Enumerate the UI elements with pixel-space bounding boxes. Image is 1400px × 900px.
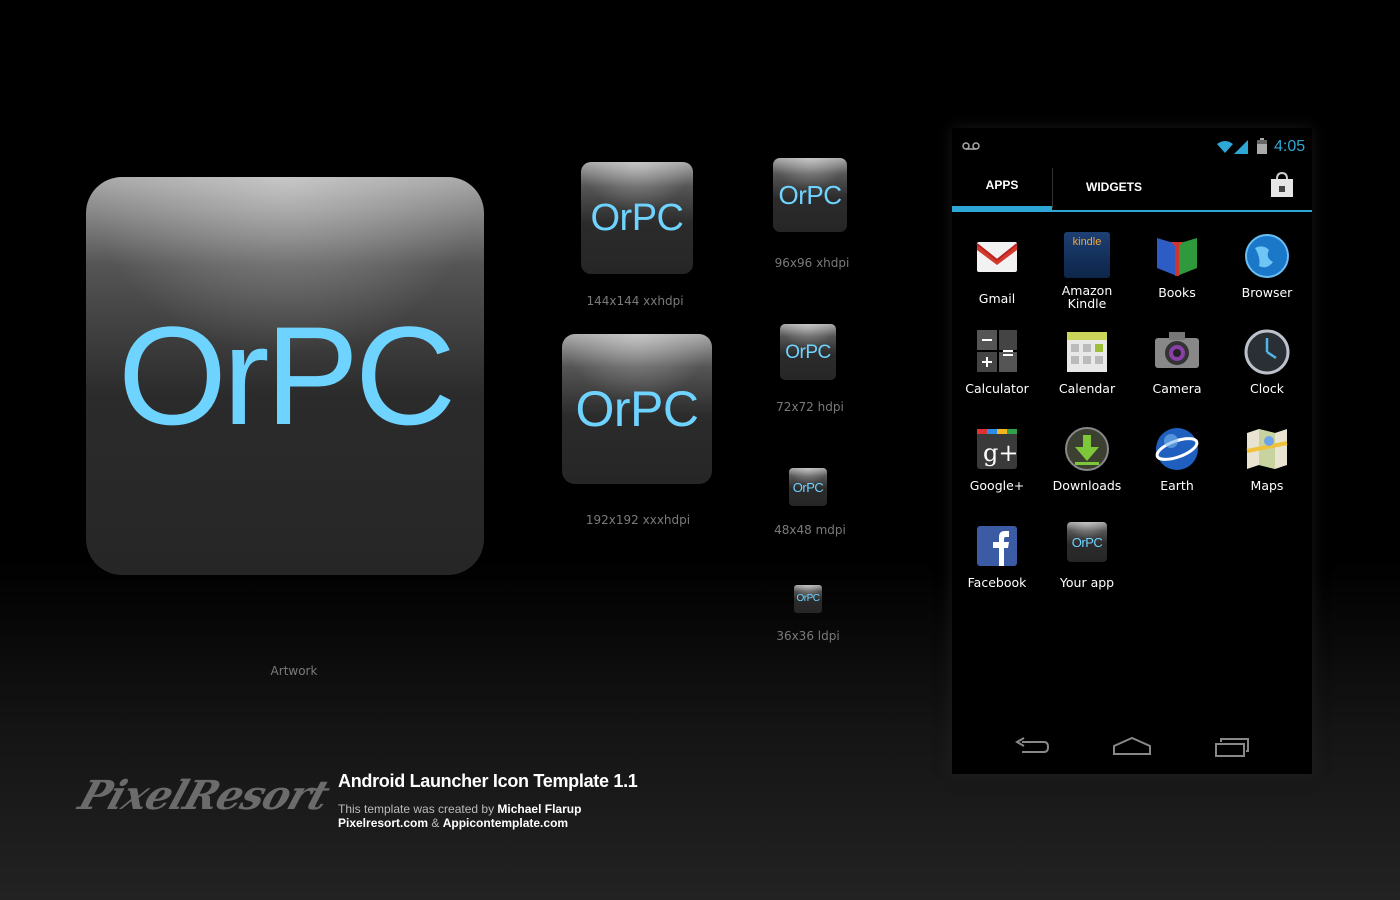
app-gmail[interactable]: Gmail bbox=[952, 232, 1042, 305]
app-label: Calendar bbox=[1058, 381, 1116, 396]
app-label: Browser bbox=[1241, 285, 1293, 300]
app-label: Calculator bbox=[965, 381, 1029, 396]
app-label: Google+ bbox=[969, 478, 1025, 493]
battery-icon bbox=[1257, 138, 1267, 154]
icon-96-xhdpi: OrPC bbox=[773, 158, 847, 232]
credit-line: This template was created by Michael Fla… bbox=[338, 802, 581, 816]
pixelresort-logo: PixelResort bbox=[68, 772, 339, 836]
app-label: Clock bbox=[1250, 381, 1284, 396]
icon-text: OrPC bbox=[575, 381, 700, 437]
signal-icon bbox=[1234, 140, 1248, 154]
label-ldpi: 36x36 ldpi bbox=[776, 629, 840, 643]
label-mdpi: 48x48 mdpi bbox=[774, 523, 846, 537]
nav-bar bbox=[952, 724, 1312, 774]
app-calculator[interactable]: Calculator bbox=[952, 328, 1042, 395]
icon-48-mdpi: OrPC bbox=[789, 468, 827, 506]
app-browser[interactable]: Browser bbox=[1222, 232, 1312, 299]
app-label: Amazon Kindle bbox=[1061, 283, 1113, 311]
icon-text: OrPC bbox=[778, 180, 843, 210]
label-hdpi: 72x72 hdpi bbox=[776, 400, 844, 414]
icon-text: OrPC bbox=[590, 197, 685, 239]
store-icon[interactable] bbox=[1268, 171, 1296, 199]
svg-text:g+: g+ bbox=[983, 439, 1018, 467]
phone-screen: 4:05 APPS WIDGETS Gmail kindle Amazon Ki… bbox=[952, 128, 1312, 774]
books-icon bbox=[1157, 238, 1197, 276]
artwork-icon: OrPC bbox=[86, 177, 484, 575]
artwork-icon-text: OrPC bbox=[118, 297, 456, 454]
kindle-icon: kindle bbox=[1064, 232, 1110, 278]
pixelresort-link[interactable]: Pixelresort.com bbox=[338, 816, 428, 830]
credit-name: Michael Flarup bbox=[497, 802, 582, 816]
earth-icon bbox=[1155, 428, 1199, 470]
app-label: Downloads bbox=[1052, 478, 1122, 493]
app-books[interactable]: Books bbox=[1132, 232, 1222, 299]
label-xxxhdpi: 192x192 xxxhdpi bbox=[585, 513, 691, 527]
artwork-label: Artwork bbox=[270, 664, 318, 678]
icon-text: OrPC bbox=[796, 593, 821, 604]
icon-72-hdpi: OrPC bbox=[780, 324, 836, 380]
app-label: Books bbox=[1158, 285, 1196, 300]
app-google-plus[interactable]: g+ Google+ bbox=[952, 425, 1042, 492]
back-icon[interactable] bbox=[1014, 736, 1050, 758]
app-earth[interactable]: Earth bbox=[1132, 425, 1222, 492]
app-label: Your app bbox=[1059, 575, 1115, 590]
appicontemplate-link[interactable]: Appicontemplate.com bbox=[443, 816, 568, 830]
maps-icon bbox=[1246, 429, 1288, 469]
browser-icon bbox=[1245, 234, 1289, 278]
camera-icon bbox=[1155, 332, 1199, 368]
app-label: Gmail bbox=[978, 291, 1016, 306]
app-maps[interactable]: Maps bbox=[1222, 425, 1312, 492]
app-label: Maps bbox=[1250, 478, 1284, 493]
icon-text: OrPC bbox=[792, 479, 824, 495]
kindle-text: kindle bbox=[1072, 236, 1102, 248]
tab-divider bbox=[1052, 168, 1053, 208]
logo-text: PixelResort bbox=[73, 772, 335, 819]
app-calendar[interactable]: Calendar bbox=[1042, 328, 1132, 395]
tab-apps[interactable]: APPS bbox=[952, 164, 1052, 210]
template-title: Android Launcher Icon Template 1.1 bbox=[338, 771, 638, 791]
icon-text: OrPC bbox=[1071, 534, 1103, 550]
label-xhdpi: 96x96 xhdpi bbox=[774, 256, 850, 270]
icon-192-xxxhdpi: OrPC bbox=[562, 334, 712, 484]
app-label: Earth bbox=[1160, 478, 1194, 493]
tab-bar: APPS WIDGETS bbox=[952, 164, 1312, 212]
app-facebook[interactable]: Facebook bbox=[952, 522, 1042, 589]
wifi-icon bbox=[1217, 141, 1233, 153]
app-downloads[interactable]: Downloads bbox=[1042, 425, 1132, 492]
clock-icon bbox=[1244, 329, 1290, 375]
downloads-icon bbox=[1065, 427, 1109, 471]
app-kindle[interactable]: kindle Amazon Kindle bbox=[1042, 232, 1132, 310]
app-your-app[interactable]: OrPC Your app bbox=[1042, 522, 1132, 589]
voicemail-icon bbox=[962, 142, 980, 150]
gmail-icon bbox=[976, 242, 1018, 272]
status-time: 4:05 bbox=[1274, 138, 1306, 155]
tab-widgets[interactable]: WIDGETS bbox=[1064, 164, 1164, 210]
google-plus-icon: g+ bbox=[977, 429, 1018, 469]
links-separator: & bbox=[428, 816, 443, 830]
app-clock[interactable]: Clock bbox=[1222, 328, 1312, 395]
icon-144-xxhdpi: OrPC bbox=[581, 162, 693, 274]
facebook-icon bbox=[977, 526, 1017, 566]
links-line: Pixelresort.com & Appicontemplate.com bbox=[338, 816, 568, 830]
your-app-tile: OrPC bbox=[1067, 522, 1107, 562]
recent-apps-icon[interactable] bbox=[1214, 736, 1250, 758]
credit-prefix: This template was created by bbox=[338, 802, 498, 816]
app-label: Facebook bbox=[967, 575, 1027, 590]
app-label: Camera bbox=[1152, 381, 1202, 396]
icon-36-ldpi: OrPC bbox=[794, 585, 822, 613]
calendar-icon bbox=[1067, 332, 1107, 372]
icon-text: OrPC bbox=[785, 341, 831, 363]
status-bar: 4:05 bbox=[952, 128, 1312, 164]
calculator-icon bbox=[977, 330, 1017, 372]
app-camera[interactable]: Camera bbox=[1132, 328, 1222, 395]
label-xxhdpi: 144x144 xxhdpi bbox=[586, 294, 684, 308]
your-app-icon: OrPC bbox=[1067, 522, 1107, 562]
home-icon[interactable] bbox=[1112, 736, 1152, 756]
